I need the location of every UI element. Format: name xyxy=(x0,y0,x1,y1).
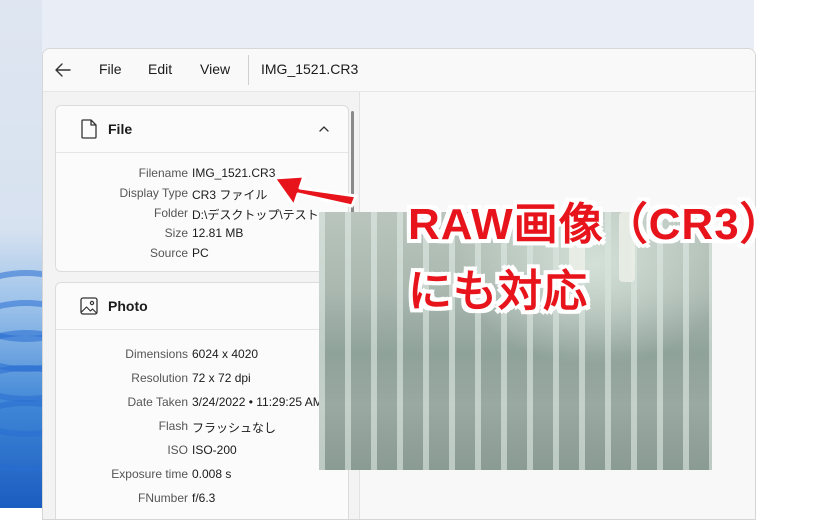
fnumber-value: f/6.3 xyxy=(192,491,216,505)
chevron-up-icon[interactable] xyxy=(318,123,330,135)
field-label: Filename xyxy=(138,166,188,180)
annotation-line-1: RAW画像（CR3） xyxy=(408,200,785,249)
menu-view[interactable]: View xyxy=(200,61,230,77)
titlebar-divider xyxy=(248,55,249,85)
field-label: Display Type xyxy=(119,186,188,200)
flash-row: Flash フラッシュなし xyxy=(56,419,348,439)
image-icon xyxy=(80,297,98,315)
exposure-time-value: 0.008 s xyxy=(192,467,232,481)
display-type-value: CR3 ファイル xyxy=(192,188,268,202)
file-info-panel: File Filename IMG_1521.CR3 Display Type … xyxy=(43,92,359,519)
iso-value: ISO-200 xyxy=(192,443,237,457)
filename-value: IMG_1521.CR3 xyxy=(192,166,276,180)
field-label: ISO xyxy=(167,443,188,457)
fnumber-row: FNumber f/6.3 xyxy=(56,491,348,511)
photo-section-title: Photo xyxy=(108,298,148,314)
file-section-title: File xyxy=(108,121,133,137)
photo-section-header[interactable]: Photo xyxy=(56,283,348,330)
annotation-arrow xyxy=(272,174,358,208)
flash-value: フラッシュなし xyxy=(192,421,277,435)
menu-edit[interactable]: Edit xyxy=(148,61,172,77)
field-label: Size xyxy=(164,226,188,240)
photo-section: Photo Dimensions 6024 x 4020 Resolution … xyxy=(55,282,349,519)
screen-margin xyxy=(754,0,831,508)
iso-row: ISO ISO-200 xyxy=(56,443,348,463)
source-value: PC xyxy=(192,246,209,260)
back-button[interactable] xyxy=(51,58,75,82)
field-label: Date Taken xyxy=(127,395,189,409)
resolution-row: Resolution 72 x 72 dpi xyxy=(56,371,348,391)
source-row: Source PC xyxy=(56,246,348,266)
back-arrow-icon xyxy=(55,63,71,77)
dimensions-value: 6024 x 4020 xyxy=(192,347,259,361)
file-section-header[interactable]: File xyxy=(56,106,348,153)
field-label: FNumber xyxy=(137,491,188,505)
field-label: Exposure time xyxy=(111,467,188,481)
wallpaper xyxy=(0,0,42,508)
date-taken-row: Date Taken 3/24/2022 • 11:29:25 AM xyxy=(56,395,348,415)
file-title: IMG_1521.CR3 xyxy=(261,61,359,77)
field-label: Source xyxy=(149,246,188,260)
title-bar: File Edit View IMG_1521.CR3 xyxy=(43,49,755,92)
resolution-value: 72 x 72 dpi xyxy=(192,371,251,385)
wallpaper-swirl xyxy=(0,400,42,472)
field-label: Folder xyxy=(153,206,188,220)
exposure-time-row: Exposure time 0.008 s xyxy=(56,467,348,487)
field-label: Dimensions xyxy=(125,347,188,361)
field-label: Flash xyxy=(158,419,188,433)
document-icon xyxy=(81,119,97,139)
date-taken-value: 3/24/2022 • 11:29:25 AM xyxy=(192,395,323,409)
menu-file[interactable]: File xyxy=(99,61,122,77)
dimensions-row: Dimensions 6024 x 4020 xyxy=(56,347,348,367)
field-label: Resolution xyxy=(131,371,188,385)
size-value: 12.81 MB xyxy=(192,226,244,240)
annotation-line-2: にも対応 xyxy=(408,267,588,316)
